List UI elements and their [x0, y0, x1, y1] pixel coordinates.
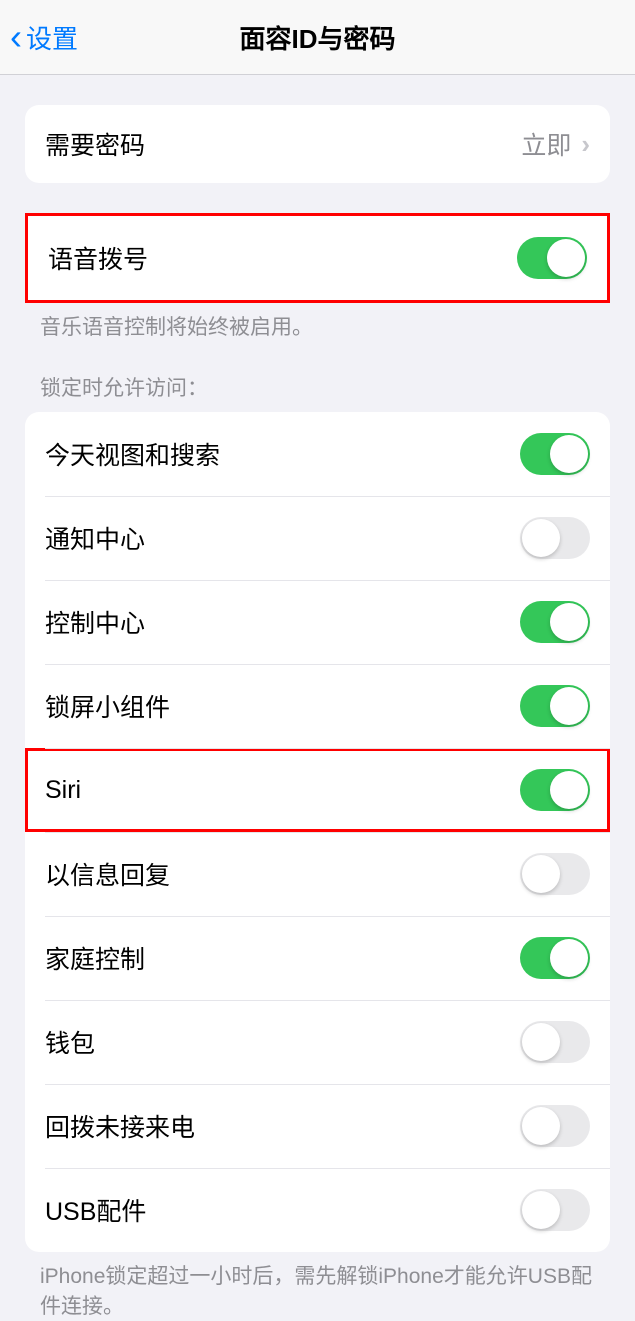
lock-access-switch[interactable] [520, 1021, 590, 1063]
switch-knob [522, 519, 560, 557]
voice-dial-switch[interactable] [517, 237, 587, 279]
voice-dial-group: 语音拨号 [25, 213, 610, 303]
nav-header: ‹ 设置 面容ID与密码 [0, 0, 635, 75]
voice-dial-label: 语音拨号 [48, 240, 148, 276]
lock-access-label: 通知中心 [45, 520, 145, 556]
lock-access-switch[interactable] [520, 517, 590, 559]
switch-knob [547, 239, 585, 277]
lock-access-label: 家庭控制 [45, 940, 145, 976]
switch-knob [550, 687, 588, 725]
lock-access-label: 回拨未接来电 [45, 1108, 195, 1144]
lock-access-switch[interactable] [520, 853, 590, 895]
lock-access-footer: iPhone锁定超过一小时后，需先解锁iPhone才能允许USB配件连接。 [0, 1252, 635, 1321]
switch-knob [522, 855, 560, 893]
lock-access-switch[interactable] [520, 685, 590, 727]
lock-access-row: 家庭控制 [25, 916, 610, 1000]
lock-access-switch[interactable] [520, 1105, 590, 1147]
switch-knob [522, 1023, 560, 1061]
lock-access-label: 锁屏小组件 [45, 688, 170, 724]
lock-access-label: 以信息回复 [45, 856, 170, 892]
lock-access-row: USB配件 [25, 1168, 610, 1252]
switch-knob [550, 771, 588, 809]
switch-knob [522, 1191, 560, 1229]
lock-access-label: USB配件 [45, 1192, 146, 1228]
switch-knob [522, 1107, 560, 1145]
lock-access-switch[interactable] [520, 1189, 590, 1231]
passcode-group: 需要密码 立即 › [25, 105, 610, 183]
lock-access-row: 回拨未接来电 [25, 1084, 610, 1168]
lock-access-label: 控制中心 [45, 604, 145, 640]
lock-access-row: 今天视图和搜索 [25, 412, 610, 496]
chevron-right-icon: › [581, 129, 590, 160]
require-passcode-value: 立即 [521, 126, 571, 162]
voice-dial-row: 语音拨号 [28, 216, 607, 300]
back-button[interactable]: ‹ 设置 [0, 19, 78, 56]
lock-access-row: 以信息回复 [25, 832, 610, 916]
switch-knob [550, 603, 588, 641]
voice-dial-footer: 音乐语音控制将始终被启用。 [0, 303, 635, 342]
lock-access-label: Siri [45, 776, 81, 805]
back-label: 设置 [26, 19, 78, 56]
page-title: 面容ID与密码 [239, 19, 395, 56]
lock-access-group: 今天视图和搜索通知中心控制中心锁屏小组件 Siri 以信息回复家庭控制钱包回拨未接来… [25, 412, 610, 1252]
switch-knob [550, 939, 588, 977]
lock-access-switch[interactable] [520, 601, 590, 643]
lock-access-switch[interactable] [520, 937, 590, 979]
lock-access-row: 控制中心 [25, 580, 610, 664]
lock-access-switch[interactable] [520, 769, 590, 811]
lock-access-switch[interactable] [520, 433, 590, 475]
chevron-left-icon: ‹ [10, 19, 22, 55]
require-passcode-row[interactable]: 需要密码 立即 › [25, 105, 610, 183]
lock-access-header: 锁定时允许访问： [0, 372, 635, 412]
require-passcode-label: 需要密码 [45, 126, 145, 162]
lock-access-label: 钱包 [45, 1024, 95, 1060]
lock-access-row: 通知中心 [25, 496, 610, 580]
switch-knob [550, 435, 588, 473]
lock-access-label: 今天视图和搜索 [45, 436, 220, 472]
lock-access-row: 钱包 [25, 1000, 610, 1084]
lock-access-row: 锁屏小组件 [25, 664, 610, 748]
lock-access-row: Siri [25, 748, 610, 832]
